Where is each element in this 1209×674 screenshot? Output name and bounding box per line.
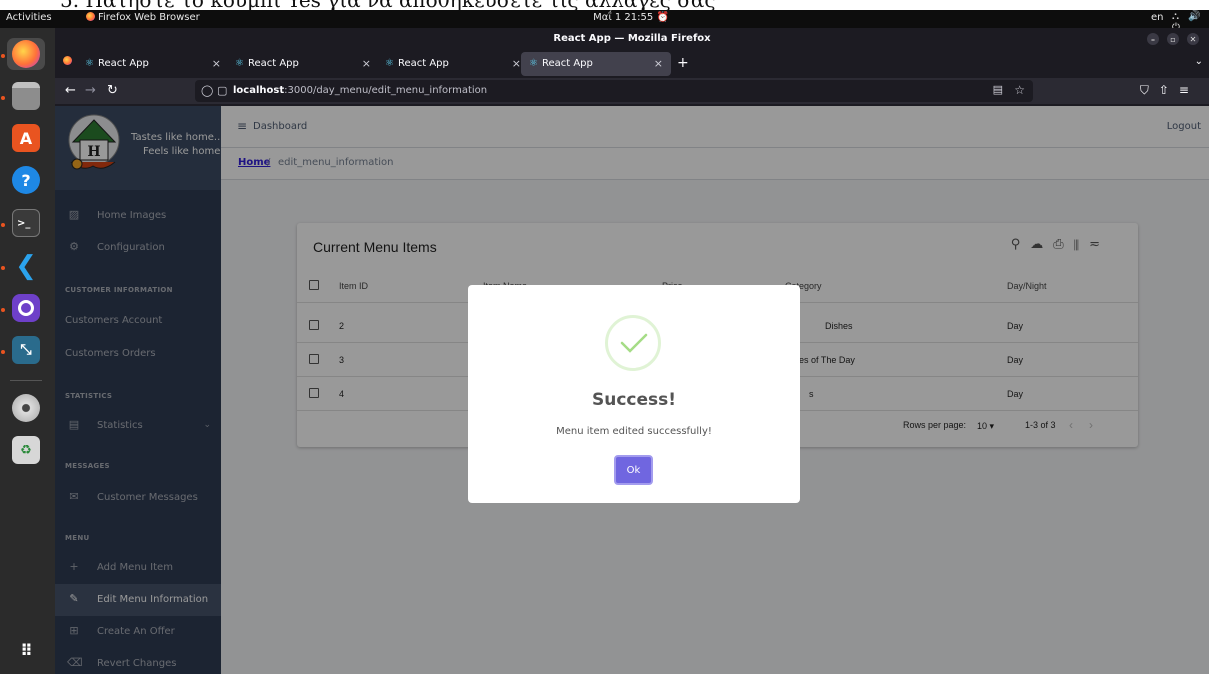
trash-icon: ♻ <box>12 436 40 464</box>
window-titlebar: React App — Mozilla Firefox – ▫ ✕ <box>55 28 1209 50</box>
tab-label: React App <box>541 58 593 69</box>
app-menu[interactable]: Firefox Web Browser <box>86 12 200 23</box>
firefox-window: React App — Mozilla Firefox – ▫ ✕ ⚛ React… <box>55 28 1209 674</box>
maximize-button[interactable]: ▫ <box>1167 33 1179 45</box>
dock-help[interactable]: ? <box>7 164 45 196</box>
tab-close-icon[interactable]: × <box>362 57 371 70</box>
page-info-icon[interactable]: ▢ <box>217 84 227 97</box>
success-check-icon <box>605 315 661 371</box>
url-path: :3000/day_menu/edit_menu_information <box>284 85 488 96</box>
app-name-label: Firefox Web Browser <box>98 12 200 23</box>
dock-firefox[interactable] <box>7 38 45 70</box>
reload-icon[interactable]: ↻ <box>107 83 118 98</box>
tab-label: React App <box>397 58 449 69</box>
dock-github[interactable] <box>7 292 45 324</box>
react-icon: ⚛ <box>385 58 394 69</box>
close-window-button[interactable]: ✕ <box>1187 33 1199 45</box>
github-icon <box>12 294 40 322</box>
dock-disc[interactable] <box>7 392 45 424</box>
dock: A ? >_ ❮ ⤡ ♻ ⠿ <box>0 28 55 674</box>
app-grid-icon: ⠿ <box>20 640 33 660</box>
minimize-button[interactable]: – <box>1147 33 1159 45</box>
tab-react-app-2[interactable]: ⚛ React App × <box>227 52 379 76</box>
dock-mysql-workbench[interactable]: ⤡ <box>7 334 45 366</box>
clock[interactable]: Μαΐ 1 21:55 ⏰ <box>576 12 686 23</box>
running-indicator <box>1 223 5 227</box>
document-caption-strip: 5. Πατήστε το κουμπί Yes για να αποθηκεύ… <box>0 0 1209 10</box>
clock-label: Μαΐ 1 21:55 <box>593 12 654 23</box>
tracking-protection-icon[interactable]: ◯ <box>201 84 213 97</box>
system-top-bar: Activities Firefox Web Browser Μαΐ 1 21:… <box>0 10 1209 33</box>
react-icon: ⚛ <box>85 58 94 69</box>
dock-software[interactable]: A <box>7 122 45 154</box>
dock-terminal[interactable]: >_ <box>7 207 45 239</box>
tab-close-icon[interactable]: × <box>654 57 663 70</box>
show-apps-button[interactable]: ⠿ <box>7 634 45 666</box>
vscode-icon: ❮ <box>15 251 37 281</box>
firefox-icon <box>86 12 95 21</box>
software-store-icon: A <box>12 124 40 152</box>
tab-react-app-1[interactable]: ⚛ React App × <box>77 52 229 76</box>
tab-close-icon[interactable]: × <box>212 57 221 70</box>
tab-label: React App <box>247 58 299 69</box>
dialog-message: Menu item edited successfully! <box>556 426 712 437</box>
alarm-icon: ⏰ <box>656 12 669 23</box>
terminal-icon: >_ <box>12 209 40 237</box>
dock-trash[interactable]: ♻ <box>7 434 45 466</box>
toolbar-right-icons[interactable]: ⛉⇧≡ <box>1140 83 1199 98</box>
running-indicator <box>1 350 5 354</box>
tab-close-icon[interactable]: × <box>512 57 521 70</box>
address-bar[interactable]: ◯ ▢ localhost:3000/day_menu/edit_menu_in… <box>195 80 1033 102</box>
forward-icon[interactable]: → <box>85 83 96 98</box>
navigation-toolbar: ← → ↻ ◯ ▢ localhost:3000/day_menu/edit_m… <box>55 78 1209 104</box>
dock-files[interactable] <box>7 80 45 112</box>
input-language[interactable]: en <box>1151 12 1164 23</box>
mysql-workbench-icon: ⤡ <box>12 336 40 364</box>
running-indicator <box>1 266 5 270</box>
ok-button[interactable]: Ok <box>614 455 653 485</box>
tab-react-app-4[interactable]: ⚛ React App × <box>521 52 671 76</box>
react-icon: ⚛ <box>235 58 244 69</box>
checkmark-svg <box>620 333 648 353</box>
help-icon: ? <box>12 166 40 194</box>
list-all-tabs-icon[interactable]: ⌄ <box>1195 56 1203 67</box>
files-icon <box>12 82 40 110</box>
page-viewport: H Tastes like home... Feels like home ▨ … <box>55 106 1209 674</box>
bookmark-star-icon[interactable]: ☆ <box>1014 83 1025 97</box>
url-text[interactable]: localhost:3000/day_menu/edit_menu_inform… <box>233 85 487 96</box>
url-host: localhost <box>233 85 285 96</box>
reader-view-icon[interactable]: ▤ <box>993 83 1003 96</box>
react-icon: ⚛ <box>529 58 538 69</box>
disc-icon <box>12 394 40 422</box>
github-mark <box>18 300 34 316</box>
activities-button[interactable]: Activities <box>6 12 52 23</box>
dialog-title: Success! <box>591 390 677 410</box>
new-tab-button[interactable]: + <box>677 55 689 71</box>
firefox-view-icon[interactable] <box>63 56 72 65</box>
running-indicator <box>1 96 5 100</box>
running-indicator <box>1 54 5 58</box>
firefox-icon <box>12 40 40 68</box>
dock-separator <box>10 380 42 381</box>
window-title: React App — Mozilla Firefox <box>553 33 711 44</box>
tab-label: React App <box>97 58 149 69</box>
tab-strip: ⚛ React App × ⚛ React App × ⚛ React App × ⚛… <box>55 50 1209 78</box>
back-icon[interactable]: ← <box>65 83 76 98</box>
dock-vscode[interactable]: ❮ <box>7 250 45 282</box>
running-indicator <box>1 308 5 312</box>
success-dialog: Success! Menu item edited successfully! … <box>468 285 800 503</box>
tab-react-app-3[interactable]: ⚛ React App × <box>377 52 529 76</box>
